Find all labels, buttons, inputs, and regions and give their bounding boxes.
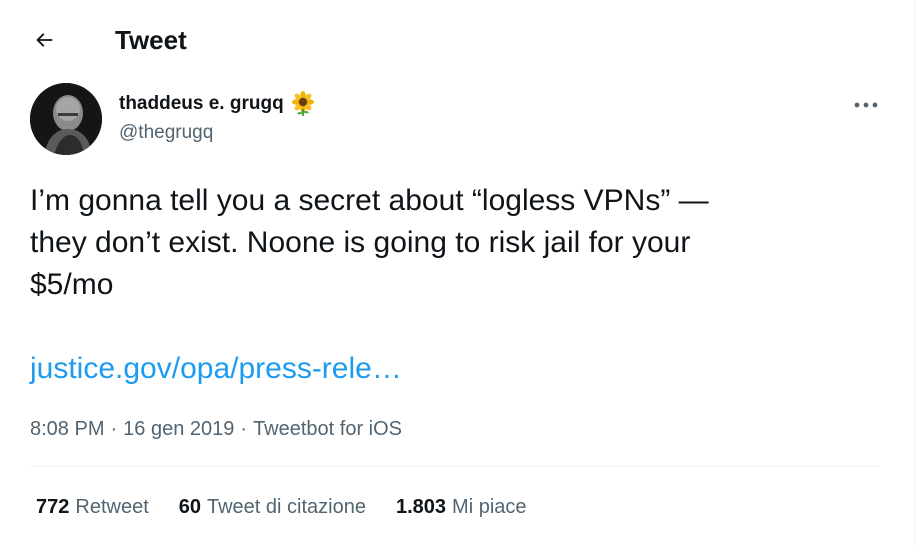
like-count: 1.803 <box>395 496 447 518</box>
retweet-stat[interactable]: 772 Retweet <box>36 494 149 520</box>
author-name[interactable]: thaddeus e. grugq <box>119 91 316 117</box>
tweet-source[interactable]: Tweetbot for iOS <box>253 416 402 442</box>
tweet-stats: 772 Retweet 60 Tweet di citazione 1.803 … <box>36 494 557 520</box>
tweet-link[interactable]: justice.gov/opa/press-rele… <box>30 348 402 390</box>
avatar[interactable] <box>30 83 102 155</box>
tweet-text: I’m gonna tell you a secret about “logle… <box>30 184 709 301</box>
more-horizontal-icon <box>854 102 878 108</box>
author-handle[interactable]: @thegrugq <box>119 121 213 145</box>
meta-separator: · <box>240 418 248 440</box>
quote-tweet-label: Tweet di citazione <box>207 496 366 518</box>
back-button[interactable] <box>26 22 62 58</box>
tweet-time[interactable]: 8:08 PM <box>30 416 104 442</box>
author-name-text: thaddeus e. grugq <box>119 93 284 114</box>
quote-tweet-count: 60 <box>178 496 201 518</box>
sunflower-icon <box>291 91 314 116</box>
quote-tweet-stat[interactable]: 60 Tweet di citazione <box>179 494 366 520</box>
retweet-label: Retweet <box>75 496 149 518</box>
tweet-page: Tweet thaddeus e. grugq @thegrugq I’m go… <box>0 0 915 545</box>
avatar-image <box>30 83 102 155</box>
arrow-left-icon <box>36 33 53 47</box>
like-label: Mi piace <box>452 496 527 518</box>
retweet-count: 772 <box>36 496 70 518</box>
meta-separator: · <box>110 418 118 440</box>
divider <box>30 466 880 467</box>
like-stat[interactable]: 1.803 Mi piace <box>396 494 527 520</box>
header: Tweet <box>0 0 914 80</box>
tweet-meta: 8:08 PM · 16 gen 2019 · Tweetbot for iOS <box>30 416 402 442</box>
more-options-button[interactable] <box>846 90 886 120</box>
page-title: Tweet <box>115 25 187 55</box>
tweet-date[interactable]: 16 gen 2019 <box>123 416 234 442</box>
